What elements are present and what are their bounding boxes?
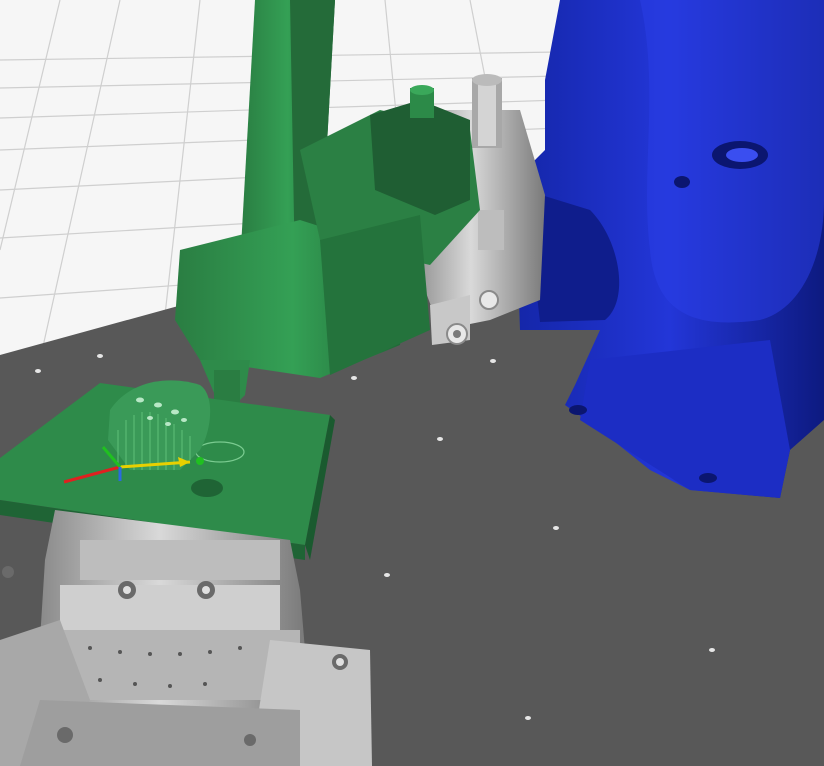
3d-viewport[interactable]	[0, 0, 824, 766]
robot-scene-render[interactable]	[0, 0, 824, 766]
